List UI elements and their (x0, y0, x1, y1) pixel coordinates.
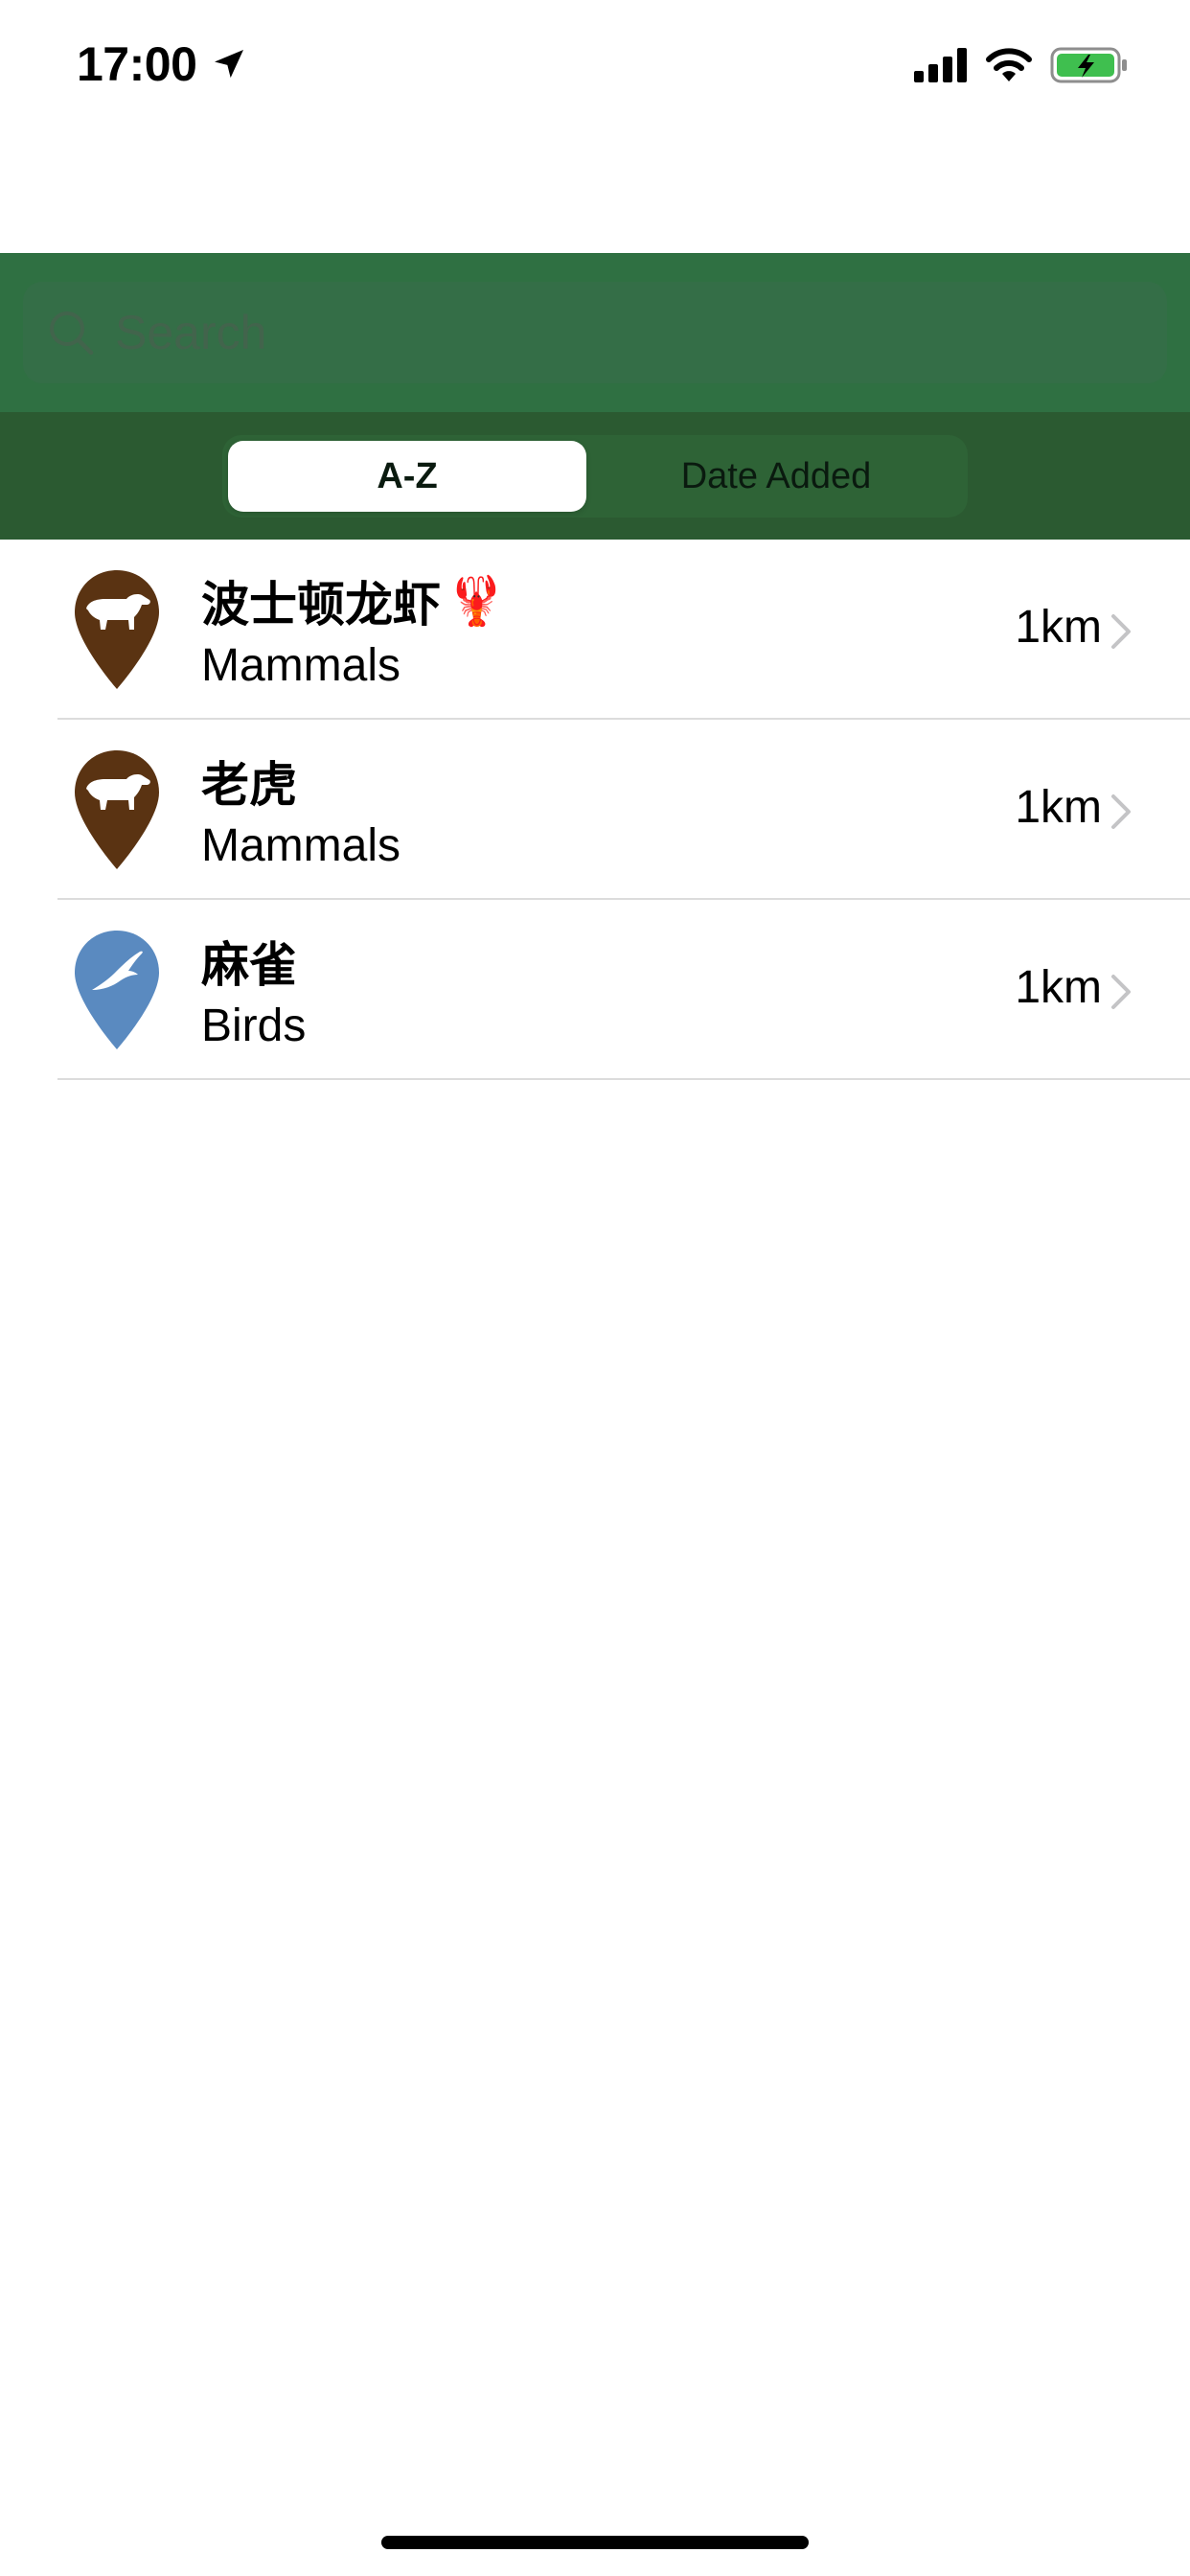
item-category: Mammals (201, 640, 401, 691)
cellular-signal-icon (914, 48, 967, 82)
item-distance: 1km (1015, 962, 1102, 1013)
status-time: 17:00 (77, 37, 197, 91)
item-title: 老虎 (201, 747, 297, 816)
mammal-pin-icon (75, 750, 159, 869)
search-icon (46, 308, 96, 357)
list-item[interactable]: 麻雀 Birds 1km (0, 900, 1190, 1080)
status-time-group: 17:00 (77, 33, 248, 96)
list-item[interactable]: 波士顿龙虾 🦞 Mammals 1km (0, 540, 1190, 720)
sort-bar: A-Z Date Added (0, 412, 1190, 540)
home-indicator[interactable] (381, 2536, 809, 2549)
sort-segmented-control: A-Z Date Added (222, 435, 968, 518)
wifi-icon (986, 48, 1032, 81)
item-distance: 1km (1015, 782, 1102, 833)
item-distance: 1km (1015, 602, 1102, 653)
status-bar: 17:00 (0, 0, 1190, 134)
animal-list: 波士顿龙虾 🦞 Mammals 1km 老虎 Mammals 1km 麻雀 Bi (0, 540, 1190, 1080)
search-field[interactable] (23, 281, 1167, 384)
segment-a-z[interactable]: A-Z (228, 441, 586, 512)
item-title: 波士顿龙虾 🦞 (201, 566, 506, 635)
search-input[interactable] (113, 281, 1123, 384)
item-title-text: 波士顿龙虾 (201, 577, 441, 632)
item-category: Birds (201, 1000, 307, 1051)
item-title: 麻雀 (201, 927, 297, 996)
chevron-right-icon (1111, 975, 1131, 1009)
location-arrow-icon (215, 50, 244, 79)
list-item[interactable]: 老虎 Mammals 1km (0, 720, 1190, 900)
item-title-text: 老虎 (201, 757, 297, 813)
item-title-text: 麻雀 (201, 937, 297, 993)
search-header (0, 253, 1190, 412)
lobster-emoji: 🦞 (446, 572, 507, 629)
battery-charging-icon (1050, 47, 1127, 83)
bird-pin-icon (75, 931, 159, 1049)
status-icons (914, 42, 1129, 88)
segment-date-added[interactable]: Date Added (590, 441, 962, 512)
item-category: Mammals (201, 820, 401, 871)
chevron-right-icon (1111, 794, 1131, 829)
chevron-right-icon (1111, 614, 1131, 649)
mammal-pin-icon (75, 570, 159, 689)
